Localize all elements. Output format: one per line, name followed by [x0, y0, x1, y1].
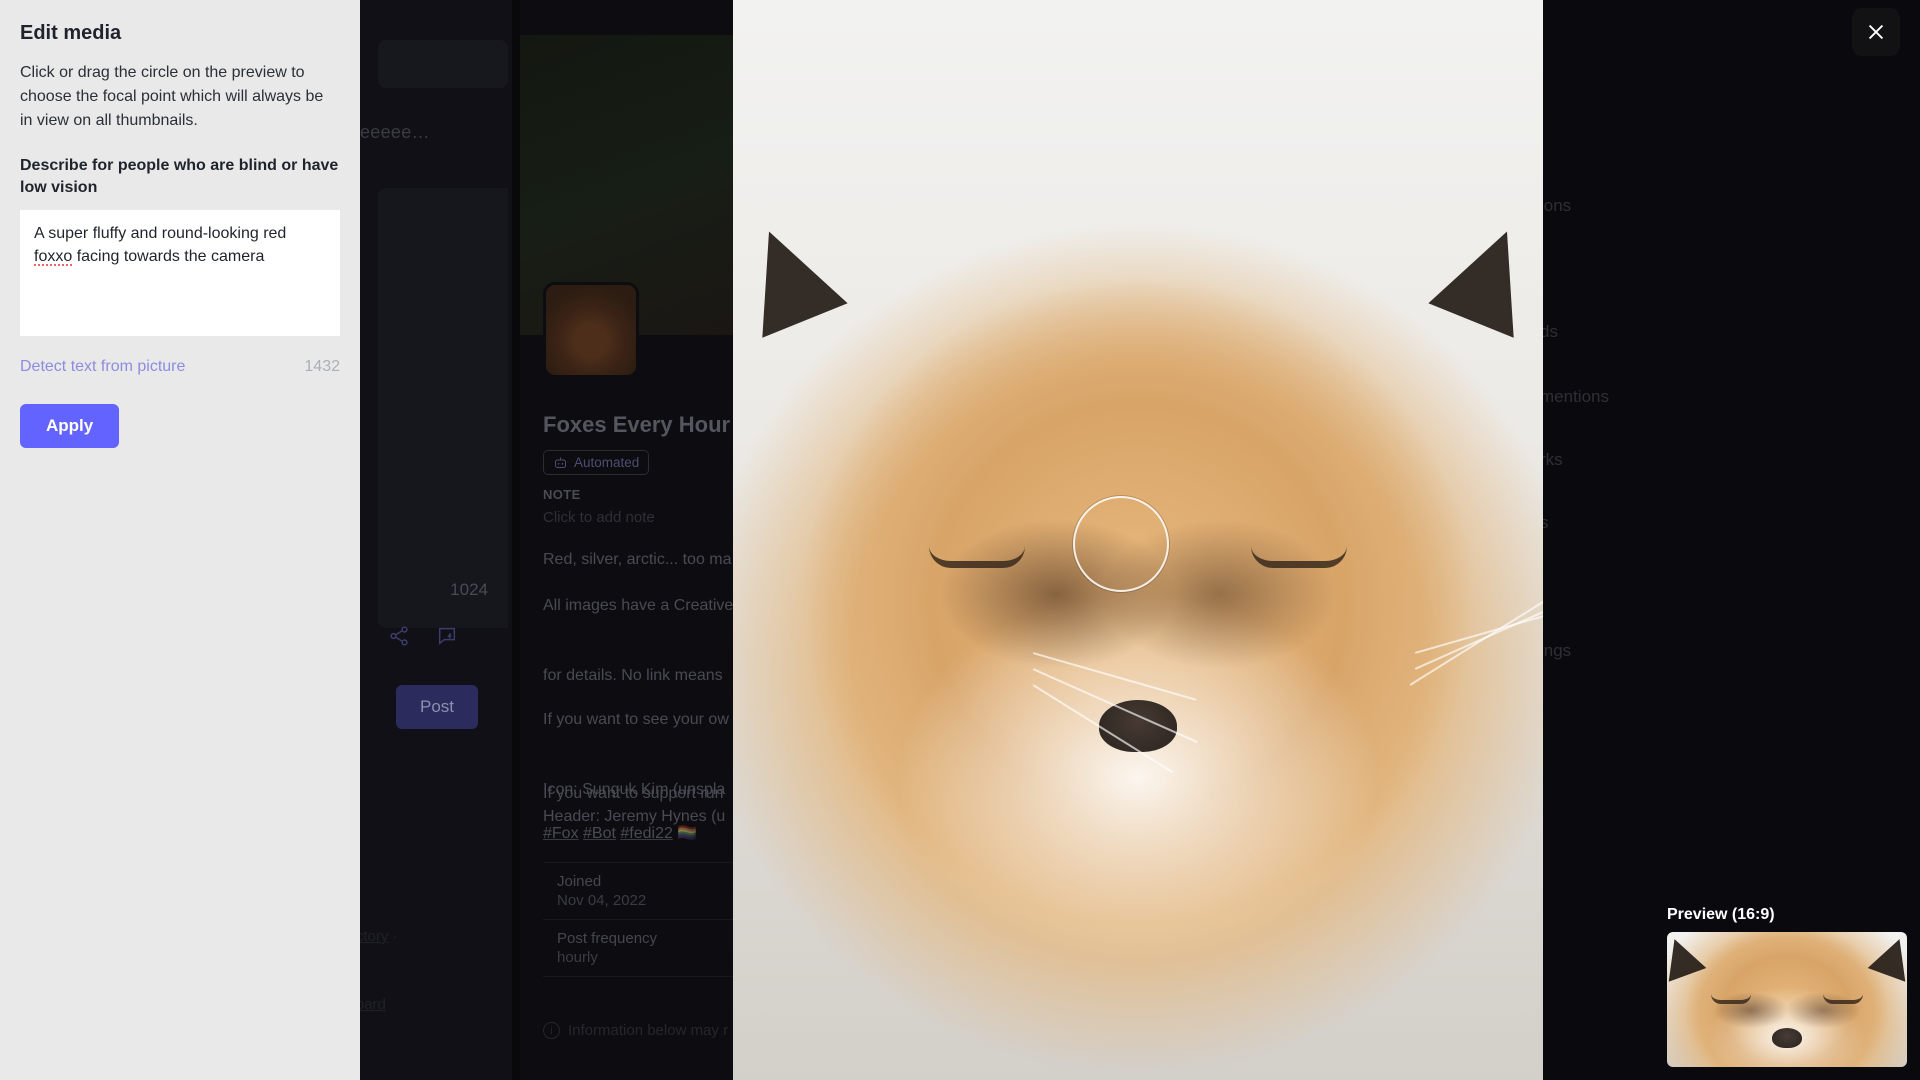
fox-eye-left — [1711, 994, 1751, 1004]
hashtag-link[interactable]: #Bot — [583, 825, 616, 842]
alt-text-char-counter: 1432 — [304, 358, 340, 376]
fox-eye-left — [929, 546, 1025, 568]
fox-ear-left — [1667, 932, 1707, 982]
fox-nose — [1772, 1028, 1802, 1048]
search-box[interactable] — [378, 40, 508, 88]
share-icon[interactable] — [388, 625, 410, 652]
avatar — [543, 282, 639, 378]
sidebar-item-bookmarks[interactable]: rks — [1540, 450, 1920, 470]
fox-eye-right — [1823, 994, 1863, 1004]
quote-icon[interactable] — [436, 625, 458, 652]
hashtag-link[interactable]: #Fox — [543, 825, 579, 842]
fox-ear-left — [733, 214, 848, 338]
page-title: Edit media — [20, 22, 122, 44]
focal-point-handle[interactable] — [1073, 496, 1169, 592]
edit-media-panel: Edit media Click or drag the circle on t… — [0, 0, 360, 1080]
preview-thumbnail — [1667, 932, 1907, 1067]
note-label: NOTE — [543, 487, 581, 502]
profile-username-truncated: eeeee… — [360, 122, 430, 142]
sidebar-item-settings[interactable]: ings — [1540, 641, 1920, 661]
alt-text-input[interactable]: A super fluffy and round-looking red fox… — [20, 210, 340, 337]
sidebar-item-notifications[interactable]: ions — [1540, 196, 1920, 216]
rainbow-flag-emoji: 🏳️‍🌈 — [677, 825, 698, 842]
alt-text-part2: facing towards the camera — [72, 248, 265, 266]
info-note: i Information below may r — [543, 1022, 728, 1039]
profile-display-name: Foxes Every Hour 🏳️‍⚧️ — [543, 412, 762, 438]
fox-ear-right — [1428, 214, 1543, 338]
sidebar-item-lists[interactable]: s — [1540, 513, 1920, 533]
alt-text-footer: Detect text from picture 1432 — [20, 358, 340, 376]
panel-description: Click or drag the circle on the preview … — [20, 64, 324, 129]
apply-button[interactable]: Apply — [20, 404, 120, 449]
detect-text-link[interactable]: Detect text from picture — [20, 358, 185, 376]
compose-toolbar — [378, 618, 508, 658]
info-icon: i — [543, 1022, 560, 1039]
hashtag-link[interactable]: #fedi22 — [620, 825, 673, 842]
status-badge-automated: Automated — [543, 450, 650, 475]
post-button[interactable]: Post — [396, 685, 478, 729]
alt-text-misspelled-word: foxxo — [34, 248, 73, 266]
preview-label: Preview (16:9) — [1667, 906, 1775, 923]
compose-textarea[interactable] — [378, 188, 508, 628]
close-icon[interactable] — [1852, 8, 1900, 56]
fox-eye-right — [1251, 546, 1347, 568]
fox-ear-right — [1867, 932, 1907, 982]
compose-char-count: 1024 — [450, 580, 488, 599]
sidebar-item-threads[interactable]: ds — [1540, 322, 1920, 342]
media-preview-viewport[interactable]: fox-info.net — [733, 0, 1543, 1080]
note-placeholder[interactable]: Click to add note — [543, 509, 655, 526]
screen: 1024 Post eeeee… ellipsis-icon Edit Foxe… — [0, 0, 1920, 1080]
sidebar-item-private-mentions[interactable]: mentions — [1540, 387, 1920, 407]
robot-icon — [555, 457, 566, 468]
alt-text-label: Describe for people who are blind or hav… — [20, 157, 339, 196]
preview-card: Preview (16:9) — [1667, 906, 1907, 1067]
alt-text-part1: A super fluffy and round-looking red — [34, 225, 287, 243]
